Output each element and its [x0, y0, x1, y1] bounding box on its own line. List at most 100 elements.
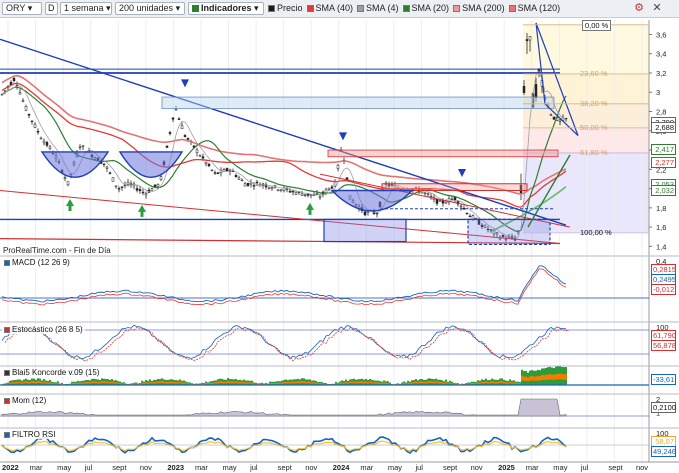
x-tick-label: may — [388, 463, 402, 472]
fib-level-label: 23,60 % — [580, 68, 608, 78]
candle-body — [330, 186, 334, 189]
candle-body — [198, 155, 202, 157]
candle-body — [429, 195, 433, 198]
candle-body — [102, 163, 106, 165]
price-badge: 2,032 — [651, 185, 676, 197]
candle-body — [420, 191, 424, 194]
x-tick-label: sept — [112, 463, 127, 472]
candle-body — [63, 177, 67, 179]
candle-body — [336, 164, 340, 169]
y-tick-label: 3,4 — [656, 50, 666, 59]
pane-label-blai[interactable]: Blai5 Koncorde v.09 (15) — [2, 368, 102, 377]
pane-label-stoch[interactable]: Estocástico (26 8 5) — [2, 325, 85, 334]
candle-body — [450, 198, 454, 201]
candle-body — [204, 161, 208, 164]
candle-body — [159, 176, 163, 180]
fib-level-label: 61,80 % — [580, 147, 608, 157]
candle-body — [18, 92, 22, 95]
candle-body — [156, 184, 160, 187]
x-tick-label: 2023 — [167, 463, 184, 472]
candle-body — [177, 118, 181, 120]
candle-body — [42, 140, 46, 144]
y-tick-label: 1,4 — [656, 242, 666, 251]
pane-label-text: Mom (12) — [12, 396, 47, 405]
candle-body — [462, 208, 466, 210]
candle-body — [33, 123, 37, 128]
candle-body — [117, 188, 121, 190]
candle-body — [39, 137, 43, 140]
candle-body — [144, 193, 148, 196]
y-tick-label: 1,6 — [656, 223, 666, 232]
candle-body — [225, 168, 229, 172]
x-tick-label: 2024 — [333, 463, 351, 472]
x-tick-label: sept — [278, 463, 293, 472]
supply-zone — [161, 96, 555, 110]
pane-label-macd[interactable]: MACD (12 26 9) — [2, 258, 72, 267]
x-tick-label: jul — [414, 463, 423, 472]
candle-body — [279, 189, 283, 191]
pane-value-badge: -0,012 — [651, 284, 676, 295]
candle-body — [240, 179, 244, 182]
pane-label-text: FILTRO RSI — [12, 430, 56, 439]
candle-body — [300, 193, 304, 196]
candle-body — [252, 185, 256, 187]
candle-body — [528, 36, 532, 41]
price-badge: 2,688 — [651, 122, 676, 134]
fib-level-label: 38,20 % — [580, 98, 608, 108]
pane-label-text: Estocástico (26 8 5) — [12, 325, 83, 334]
candle-body — [81, 145, 85, 148]
candle-body — [366, 211, 370, 213]
candle-body — [210, 169, 214, 171]
y-tick-label: 3,6 — [656, 30, 666, 39]
pane-swatch — [4, 432, 10, 438]
x-tick-label: 2025 — [498, 463, 515, 472]
candle-body — [108, 172, 112, 174]
candle-body — [363, 211, 367, 216]
candle-body — [558, 119, 562, 122]
candle-body — [303, 194, 307, 196]
candle-body — [441, 200, 445, 204]
pane-label-rsi[interactable]: FILTRO RSI — [2, 430, 58, 439]
candle-body — [258, 184, 262, 187]
price-badge: 2,277 — [651, 157, 676, 169]
x-tick-label: may — [553, 463, 567, 472]
pane-label-mom[interactable]: Mom (12) — [2, 396, 49, 405]
source-label: ProRealTime.com - Fin de Día — [3, 246, 111, 255]
x-tick-label: jul — [249, 463, 258, 472]
candle-body — [30, 120, 34, 122]
y-tick-label: 1,8 — [656, 204, 666, 213]
x-tick-label: nov — [140, 463, 152, 472]
candle-body — [213, 172, 217, 174]
candle-body — [375, 212, 379, 215]
candle-body — [426, 193, 430, 195]
candle-body — [120, 186, 124, 188]
candle-body — [237, 177, 241, 180]
candle-body — [201, 156, 205, 159]
candle-body — [327, 187, 331, 190]
candle-body — [552, 116, 556, 120]
candle-body — [186, 138, 190, 140]
pane-value-badge: 56,878 — [651, 340, 676, 351]
candle-body — [318, 196, 322, 198]
candle-body — [27, 113, 31, 116]
candle-body — [453, 196, 457, 201]
candle-body — [195, 149, 199, 154]
candle-body — [24, 106, 28, 111]
price-badge: 2,417 — [651, 143, 676, 155]
x-tick-label: mar — [195, 463, 208, 472]
fib-level-label: 0,00 % — [582, 19, 612, 31]
candle-body — [141, 191, 145, 194]
x-tick-label: jul — [580, 463, 589, 472]
x-tick-label: sept — [608, 463, 623, 472]
candle-body — [45, 142, 49, 146]
y-tick-label: 3 — [656, 88, 660, 97]
candle-body — [114, 185, 118, 187]
pane-label-text: MACD (12 26 9) — [12, 258, 70, 267]
candle-body — [249, 182, 253, 185]
candle-body — [309, 194, 313, 196]
candle-body — [471, 215, 475, 220]
candle-body — [165, 145, 169, 148]
candle-body — [267, 186, 271, 189]
fib-level-label: 50,00 % — [580, 122, 608, 132]
resistance-zone — [327, 149, 559, 158]
